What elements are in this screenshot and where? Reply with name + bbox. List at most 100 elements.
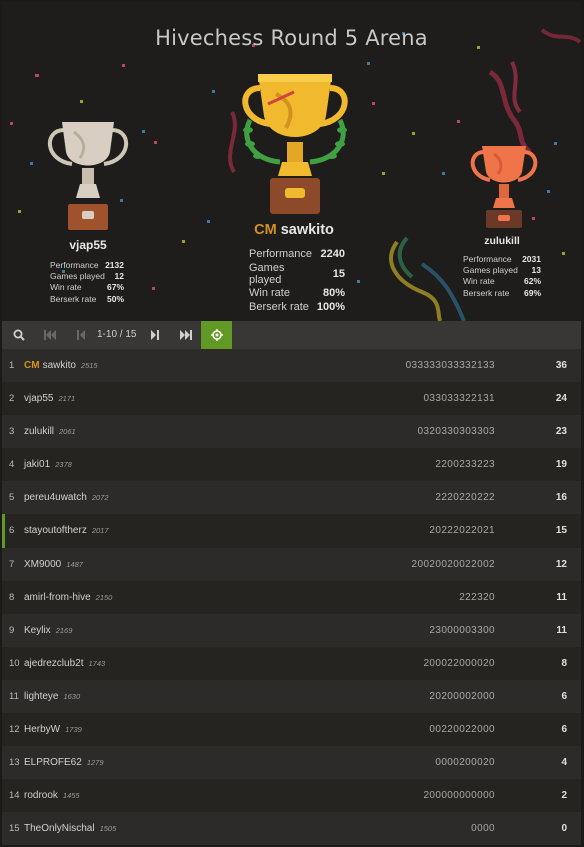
- table-row[interactable]: 1 CM sawkito 2515 033333033332133 36: [2, 349, 581, 383]
- player-link[interactable]: amirl-from-hive 2150: [24, 581, 112, 614]
- player-name: sawkito: [42, 360, 76, 371]
- player-link[interactable]: stayoutoftherz 2017: [24, 514, 109, 547]
- stat-value: 50%: [106, 293, 124, 304]
- score-sheet: 222320: [459, 591, 495, 603]
- silver-trophy-icon: [47, 122, 129, 230]
- stat-label: Games played: [249, 261, 285, 286]
- player-link[interactable]: zulukill 2061: [24, 415, 76, 448]
- player-name: vjap55: [24, 393, 54, 405]
- total-score: 36: [555, 360, 567, 371]
- second-place-name[interactable]: vjap55: [38, 238, 138, 252]
- stat-label: Performance: [463, 253, 512, 264]
- player-rating: 1743: [88, 658, 106, 668]
- player-link[interactable]: ELPROFE62 1279: [24, 746, 104, 779]
- stat-label: Performance: [50, 259, 99, 270]
- previous-page-icon[interactable]: [72, 321, 90, 349]
- table-row[interactable]: 10 ajedrezclub2t 1743 200022000020 8: [2, 646, 581, 680]
- player-link[interactable]: rodrook 1455: [24, 779, 80, 812]
- table-row[interactable]: 13 ELPROFE62 1279 0000200020 4: [2, 746, 581, 780]
- rank: 11: [9, 690, 19, 702]
- stat-label: Performance: [249, 248, 312, 261]
- third-place-stats: Performance 2031 Games played 13 Win rate 6…: [463, 253, 541, 299]
- table-row[interactable]: 7 XM9000 1487 20020020022002 12: [2, 547, 581, 581]
- rank: 2: [9, 393, 15, 405]
- bronze-trophy-icon: [470, 146, 538, 228]
- player-rating: 1630: [63, 691, 81, 701]
- search-icon[interactable]: [10, 321, 28, 349]
- player-link[interactable]: vjap55 2171: [24, 382, 75, 415]
- table-row[interactable]: 9 Keylix 2169 23000003300 11: [2, 613, 581, 647]
- player-name: sawkito: [280, 222, 334, 238]
- podium: Hivechess Round 5 Arena vjap55 Performan…: [2, 2, 581, 321]
- score-sheet: 20020020022002: [411, 558, 495, 570]
- stat-value: 67%: [106, 282, 124, 293]
- stat-value: 62%: [523, 276, 541, 287]
- player-link[interactable]: lighteye 1630: [24, 680, 80, 713]
- next-page-icon[interactable]: [146, 321, 164, 349]
- player-link[interactable]: jaki01 2378: [24, 448, 72, 481]
- jump-to-me-button[interactable]: [201, 321, 232, 349]
- first-page-icon[interactable]: [40, 321, 60, 349]
- table-row[interactable]: 11 lighteye 1630 20200002000 6: [2, 679, 581, 714]
- player-name: ajedrezclub2t: [24, 657, 84, 669]
- player-name: ELPROFE62: [24, 757, 82, 769]
- player-rating: 2017: [91, 526, 109, 536]
- player-rating: 1279: [86, 758, 104, 768]
- player-name: amirl-from-hive: [24, 591, 91, 603]
- player-link[interactable]: pereu4uwatch 2072: [24, 481, 109, 514]
- player-link[interactable]: Keylix 2169: [24, 614, 72, 647]
- arena-frame: Hivechess Round 5 Arena vjap55 Performan…: [2, 2, 581, 845]
- player-rating: 1487: [66, 559, 83, 569]
- rank: 12: [9, 724, 20, 736]
- stat-label: Berserk rate: [50, 293, 97, 304]
- rank: 6: [9, 525, 15, 537]
- player-link[interactable]: TheOnlyNischal 1505: [24, 812, 116, 845]
- second-place-stats: Performance 2132 Games played 12 Win rate 6…: [50, 259, 124, 305]
- player-link[interactable]: CM sawkito 2515: [24, 349, 98, 382]
- player-link[interactable]: HerbyW 1739: [24, 713, 82, 746]
- table-row[interactable]: 2 vjap55 2171 033033322131 24: [2, 382, 581, 416]
- player-name: jaki01: [24, 459, 51, 471]
- score-sheet: 20222022021: [429, 525, 495, 537]
- total-score: 4: [561, 757, 567, 769]
- table-row[interactable]: 3 zulukill 2061 0320330303303 23: [2, 415, 581, 449]
- last-page-icon[interactable]: [176, 321, 196, 349]
- pagination-status: 1-10 / 15: [97, 329, 137, 340]
- player-link[interactable]: ajedrezclub2t 1743: [24, 647, 105, 680]
- stat-value: 80%: [322, 286, 345, 299]
- total-score: 12: [555, 558, 567, 570]
- first-place-stats: Performance 2240 Games played 15 Win rate 8…: [249, 247, 345, 315]
- total-score: 19: [555, 459, 567, 471]
- table-row[interactable]: 14 rodrook 1455 200000000000 2: [2, 779, 581, 813]
- table-row[interactable]: 6 stayoutoftherz 2017 20222022021 15: [2, 514, 581, 548]
- stat-value: 100%: [316, 301, 345, 314]
- player-name: TheOnlyNischal: [24, 823, 95, 835]
- table-row[interactable]: 8 amirl-from-hive 2150 222320 11: [2, 580, 581, 614]
- player-rating: 2150: [95, 592, 113, 602]
- third-place-name[interactable]: zulukill: [452, 235, 552, 247]
- total-score: 8: [561, 657, 567, 669]
- player-name: rodrook: [24, 790, 58, 802]
- total-score: 16: [555, 492, 567, 504]
- table-row[interactable]: 4 jaki01 2378 2200233223 19: [2, 448, 581, 482]
- first-place-name[interactable]: CM sawkito: [234, 222, 354, 238]
- total-score: 6: [561, 724, 567, 736]
- score-sheet: 20200002000: [429, 690, 495, 702]
- player-name: lighteye: [24, 690, 59, 702]
- table-row[interactable]: 5 pereu4uwatch 2072 2220220222 16: [2, 481, 581, 515]
- score-sheet: 033033322131: [423, 393, 495, 405]
- total-score: 23: [555, 426, 567, 438]
- table-row[interactable]: 15 TheOnlyNischal 1505 0000 0: [2, 812, 581, 845]
- table-row[interactable]: 12 HerbyW 1739 00220022000 6: [2, 713, 581, 747]
- player-link[interactable]: XM9000 1487: [24, 548, 83, 581]
- player-rating: 2072: [91, 493, 109, 503]
- score-sheet: 0000200020: [435, 757, 495, 769]
- score-sheet: 200022000020: [423, 657, 495, 669]
- score-sheet: 00220022000: [429, 724, 495, 736]
- player-title: CM: [254, 222, 277, 238]
- player-name: Keylix: [24, 624, 51, 636]
- player-rating: 1739: [65, 725, 82, 735]
- player-name: XM9000: [24, 558, 62, 570]
- stat-value: 2240: [320, 248, 345, 261]
- rank: 7: [9, 558, 15, 570]
